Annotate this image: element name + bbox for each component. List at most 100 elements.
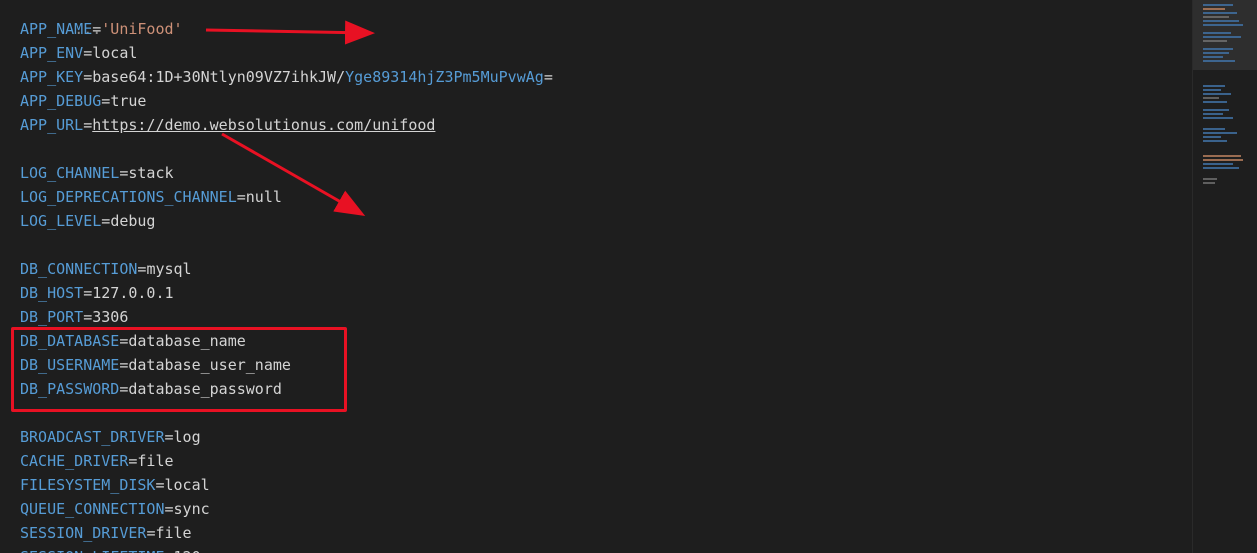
code-line-db-host[interactable]: DB_HOST=127.0.0.1 [20,281,1190,305]
equals: = [83,116,93,134]
minimap-line [1203,163,1233,165]
equals: = [83,284,93,302]
minimap-line [1203,16,1229,18]
code-line-cache-driver[interactable]: CACHE_DRIVER=file [20,449,1190,473]
code-line-queue-connection[interactable]: QUEUE_CONNECTION=sync [20,497,1190,521]
env-key: SESSION_DRIVER [20,524,147,542]
minimap-line [1203,101,1227,103]
env-value-string: 'UniFood' [101,20,183,38]
code-lines[interactable]: ... APP_NAME='UniFood' APP_ENV=local APP… [20,0,1190,553]
minimap-line [1203,12,1237,14]
minimap-line [1203,182,1215,184]
env-key: APP_KEY [20,68,84,86]
minimap[interactable] [1192,0,1257,553]
code-editor[interactable]: ... APP_NAME='UniFood' APP_ENV=local APP… [0,0,1257,553]
equals: = [165,548,174,553]
equals: = [83,308,93,326]
env-value: true [110,92,147,110]
equals: = [101,92,111,110]
env-key: APP_NAME [20,20,93,38]
minimap-line [1203,117,1233,119]
env-value: sync [173,500,210,518]
code-line-session-lifetime[interactable]: SESSION_LIFETIME=120 [20,545,1190,553]
minimap-line [1203,85,1225,87]
blank-line[interactable] [20,401,1190,425]
code-line-app-name[interactable]: APP_NAME='UniFood' [20,17,1190,41]
env-key: LOG_DEPRECATIONS_CHANNEL [20,188,237,206]
minimap-line [1203,32,1231,34]
env-key: DB_DATABASE [20,332,120,350]
minimap-line [1203,97,1219,99]
env-key: BROADCAST_DRIVER [20,428,165,446]
env-value: stack [128,164,174,182]
code-line-app-url[interactable]: APP_URL=https://demo.websolutionus.com/u… [20,113,1190,137]
minimap-line [1203,93,1231,95]
env-key: DB_USERNAME [20,356,120,374]
equals: = [155,476,165,494]
env-key: DB_PORT [20,308,84,326]
equals: = [83,44,93,62]
minimap-line [1203,113,1223,115]
env-key: APP_DEBUG [20,92,102,110]
env-key: DB_HOST [20,284,84,302]
equals: = [83,68,93,86]
equals: = [92,20,102,38]
minimap-line [1203,8,1225,10]
env-key: LOG_CHANNEL [20,164,120,182]
equals: = [164,428,174,446]
code-line-session-driver[interactable]: SESSION_DRIVER=file [20,521,1190,545]
env-value: local [92,44,138,62]
code-line-db-username[interactable]: DB_USERNAME=database_user_name [20,353,1190,377]
code-line-app-env[interactable]: APP_ENV=local [20,41,1190,65]
env-value-tail: = [543,68,553,86]
code-line-db-database[interactable]: DB_DATABASE=database_name [20,329,1190,353]
env-key: APP_ENV [20,44,84,62]
minimap-line [1203,40,1227,42]
minimap-line [1203,128,1225,130]
equals: = [236,188,246,206]
code-line-app-debug[interactable]: APP_DEBUG=true [20,89,1190,113]
minimap-line [1203,36,1241,38]
code-line-db-port[interactable]: DB_PORT=3306 [20,305,1190,329]
env-key: QUEUE_CONNECTION [20,500,165,518]
env-value: database_name [128,332,246,350]
code-line-app-key[interactable]: APP_KEY=base64:1D+30Ntlyn09VZ7ihkJW/Yge8… [20,65,1190,89]
env-value: base64:1D+30Ntlyn09VZ7ihkJW/ [92,68,346,86]
minimap-line [1203,20,1239,22]
minimap-line [1203,52,1229,54]
minimap-line [1203,60,1235,62]
minimap-line [1203,24,1243,26]
minimap-line [1203,167,1239,169]
env-value: file [155,524,192,542]
equals: = [101,212,111,230]
minimap-line [1203,140,1227,142]
blank-line[interactable] [20,137,1190,161]
env-value: 120 [174,548,201,553]
minimap-line [1203,132,1237,134]
env-value: null [245,188,282,206]
code-line-filesystem-disk[interactable]: FILESYSTEM_DISK=local [20,473,1190,497]
code-line-broadcast-driver[interactable]: BROADCAST_DRIVER=log [20,425,1190,449]
env-value: 127.0.0.1 [92,284,174,302]
env-key: APP_URL [20,116,84,134]
code-line-log-level[interactable]: LOG_LEVEL=debug [20,209,1190,233]
env-value: database_password [128,380,282,398]
code-line-db-connection[interactable]: DB_CONNECTION=mysql [20,257,1190,281]
folded-region-indicator[interactable]: ... [20,0,1190,38]
minimap-line [1203,109,1229,111]
blank-line[interactable] [20,233,1190,257]
env-value: file [137,452,174,470]
env-key: DB_CONNECTION [20,260,138,278]
env-key: CACHE_DRIVER [20,452,129,470]
url-link[interactable]: https://demo.websolutionus.com/unifood [92,116,435,134]
code-line-db-password[interactable]: DB_PASSWORD=database_password [20,377,1190,401]
minimap-line [1203,178,1217,180]
env-value: log [173,428,201,446]
env-value: 3306 [92,308,129,326]
minimap-line [1203,136,1221,138]
code-line-log-channel[interactable]: LOG_CHANNEL=stack [20,161,1190,185]
code-line-log-deprecations-channel[interactable]: LOG_DEPRECATIONS_CHANNEL=null [20,185,1190,209]
env-key: LOG_LEVEL [20,212,102,230]
env-value: database_user_name [128,356,291,374]
env-key: DB_PASSWORD [20,380,120,398]
